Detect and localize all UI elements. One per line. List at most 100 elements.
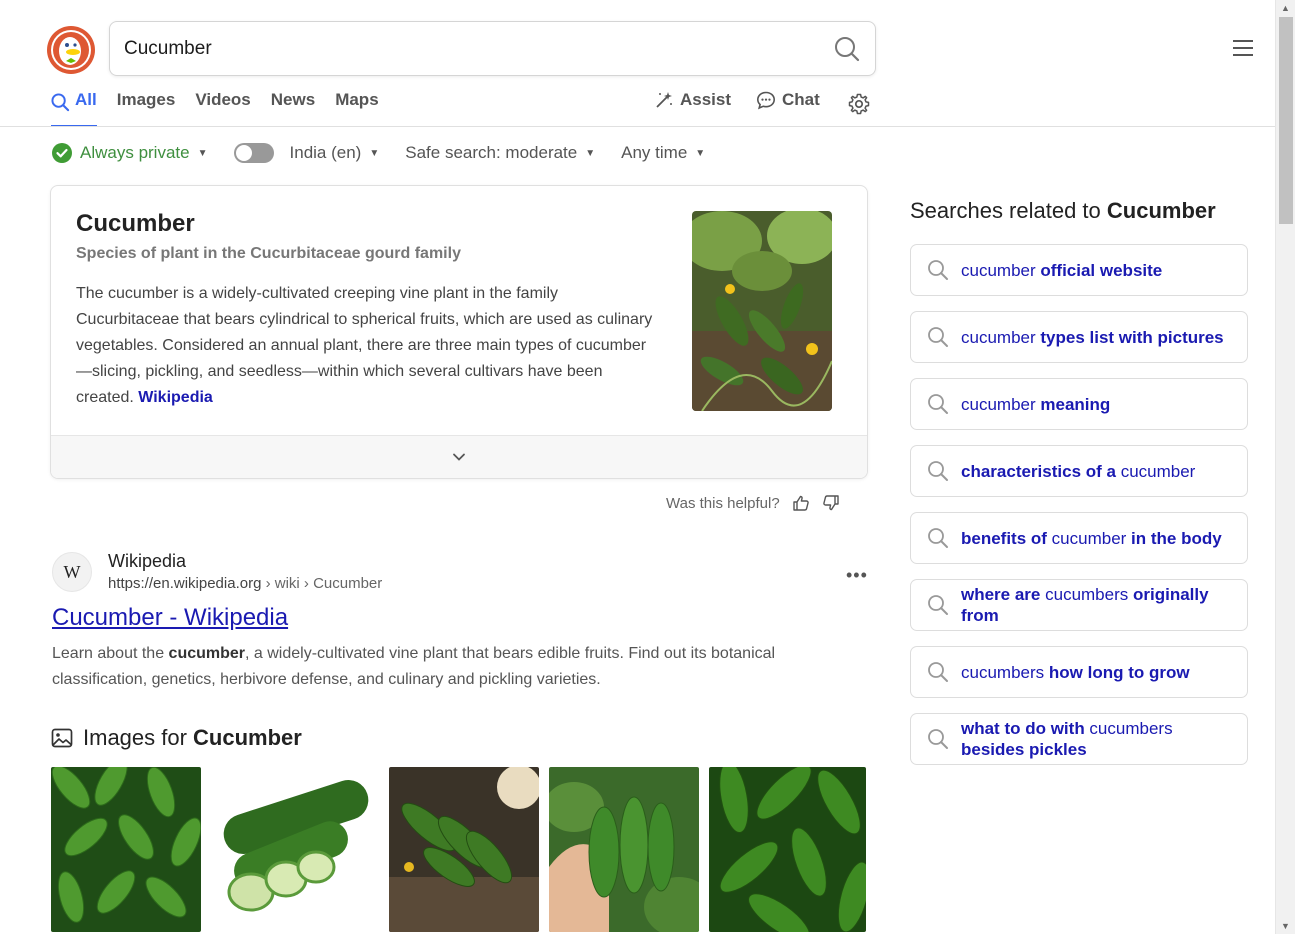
related-text: cucumber <box>1120 461 1196 481</box>
kp-subtitle: Species of plant in the Cucurbitaceae go… <box>76 245 461 262</box>
cucumber-image-thumb[interactable] <box>549 767 699 932</box>
result-url-host: https://en.wikipedia.org <box>108 575 262 592</box>
related-bold-text: where are <box>961 585 1046 604</box>
wikipedia-link[interactable]: Wikipedia <box>138 389 213 406</box>
image-icon <box>51 728 73 748</box>
images-heading-query: Cucumber <box>193 725 302 750</box>
related-search-item[interactable]: cucumber meaning <box>910 378 1248 430</box>
tab-videos[interactable]: Videos <box>195 90 250 127</box>
related-search-item[interactable]: where are cucumbers originally from <box>910 579 1248 631</box>
tab-label: Images <box>116 90 176 109</box>
related-text: cucumbers <box>1089 719 1173 738</box>
search-icon <box>928 394 948 414</box>
safe-search-filter[interactable]: Safe search: moderate ▼ <box>405 143 595 163</box>
knowledge-panel: Cucumber Species of plant in the Cucurbi… <box>50 185 868 479</box>
caret-down-icon: ▼ <box>369 147 380 159</box>
result-url-path: › wiki › Cucumber <box>261 575 383 592</box>
tab-all[interactable]: All <box>51 90 97 127</box>
duckduckgo-logo[interactable] <box>46 25 96 75</box>
magic-wand-icon <box>656 92 672 108</box>
tab-label: Maps <box>335 90 379 109</box>
related-text: cucumber <box>961 260 1041 280</box>
result-site-name[interactable]: Wikipedia <box>108 551 186 572</box>
images-section-heading[interactable]: Images for Cucumber <box>51 725 302 751</box>
related-bold-text: what to do with <box>961 719 1090 738</box>
scroll-up-icon[interactable]: ▲ <box>1281 3 1290 13</box>
filter-bar: Always private ▼ India (en) ▼ Safe searc… <box>52 143 731 163</box>
tab-news[interactable]: News <box>271 90 315 127</box>
related-text: cucumbers <box>1045 585 1133 604</box>
snippet-part: Learn about the <box>52 645 169 662</box>
caret-down-icon: ▼ <box>585 147 596 159</box>
region-toggle[interactable] <box>233 143 274 163</box>
search-icon <box>51 93 70 112</box>
time-label: Any time <box>621 143 688 162</box>
related-search-item[interactable]: characteristics of a cucumber <box>910 445 1248 497</box>
cucumber-image-thumb[interactable] <box>709 767 866 932</box>
search-icon <box>928 528 948 548</box>
assist-label: Assist <box>680 90 732 109</box>
chat-button[interactable]: Chat <box>756 90 820 120</box>
related-searches-heading: Searches related to Cucumber <box>910 198 1216 224</box>
search-icon <box>928 595 948 615</box>
check-circle-icon <box>52 143 72 163</box>
image-thumbnails <box>51 767 866 932</box>
search-box <box>109 21 876 76</box>
related-text: cucumber <box>1051 528 1132 548</box>
related-text: cucumbers <box>961 662 1049 682</box>
kp-expand-button[interactable] <box>51 435 867 478</box>
more-options-icon[interactable]: ••• <box>846 565 868 586</box>
kp-description: The cucumber is a widely-cultivated cree… <box>76 281 661 411</box>
kp-description-text: The cucumber is a widely-cultivated cree… <box>76 285 653 406</box>
related-bold-text: types list with pictures <box>1040 327 1224 347</box>
images-heading-prefix: Images for <box>83 725 194 750</box>
region-filter[interactable]: India (en) ▼ <box>233 143 380 163</box>
time-filter[interactable]: Any time ▼ <box>621 143 705 163</box>
related-bold-text: how long to grow <box>1048 662 1190 682</box>
tab-label: Videos <box>195 90 251 109</box>
cucumber-image-thumb[interactable] <box>389 767 539 932</box>
tab-images[interactable]: Images <box>117 90 176 127</box>
menu-icon[interactable] <box>1233 40 1253 56</box>
chat-bubble-icon <box>756 91 776 110</box>
result-url[interactable]: https://en.wikipedia.org › wiki › Cucumb… <box>108 575 382 592</box>
search-icon <box>928 662 948 682</box>
assist-button[interactable]: Assist <box>654 90 731 120</box>
feedback-row: Was this helpful? <box>666 494 840 512</box>
chevron-down-icon <box>453 453 465 461</box>
kp-image[interactable] <box>692 211 832 411</box>
related-text: cucumber <box>961 394 1041 414</box>
safe-search-label: Safe search: moderate <box>405 143 578 162</box>
scroll-down-icon[interactable]: ▼ <box>1281 921 1290 931</box>
related-bold-text: in the body <box>1131 528 1222 548</box>
search-tabs: All Images Videos News Maps <box>51 90 399 127</box>
thumbs-down-icon[interactable] <box>822 494 840 512</box>
tab-label: All <box>75 90 97 109</box>
privacy-filter[interactable]: Always private ▼ <box>52 143 208 163</box>
settings-gear-icon[interactable] <box>848 93 870 120</box>
related-search-item[interactable]: benefits of cucumber in the body <box>910 512 1248 564</box>
search-icon <box>928 461 948 481</box>
cucumber-image-thumb[interactable] <box>211 767 379 932</box>
related-search-item[interactable]: cucumber types list with pictures <box>910 311 1248 363</box>
tab-label: News <box>270 90 316 109</box>
related-heading-query: Cucumber <box>1106 198 1216 223</box>
related-search-item[interactable]: cucumber official website <box>910 244 1248 296</box>
tab-maps[interactable]: Maps <box>335 90 378 127</box>
thumbs-up-icon[interactable] <box>792 494 810 512</box>
result-snippet: Learn about the cucumber, a widely-culti… <box>52 641 867 693</box>
snippet-bold: cucumber <box>168 645 246 662</box>
related-text: cucumber <box>961 327 1041 347</box>
related-search-item[interactable]: what to do with cucumbers besides pickle… <box>910 713 1248 765</box>
cucumber-image-thumb[interactable] <box>51 767 201 932</box>
region-label: India (en) <box>289 143 362 162</box>
related-search-item[interactable]: cucumbers how long to grow <box>910 646 1248 698</box>
related-heading-prefix: Searches related to <box>910 198 1107 223</box>
scrollbar-thumb[interactable] <box>1279 17 1293 224</box>
result-title-link[interactable]: Cucumber - Wikipedia <box>52 604 288 632</box>
related-bold-text: meaning <box>1040 394 1111 414</box>
page-scrollbar[interactable]: ▲ ▼ <box>1275 0 1295 934</box>
search-input[interactable] <box>124 22 804 75</box>
search-icon[interactable] <box>833 35 861 63</box>
related-bold-text: official website <box>1040 260 1163 280</box>
